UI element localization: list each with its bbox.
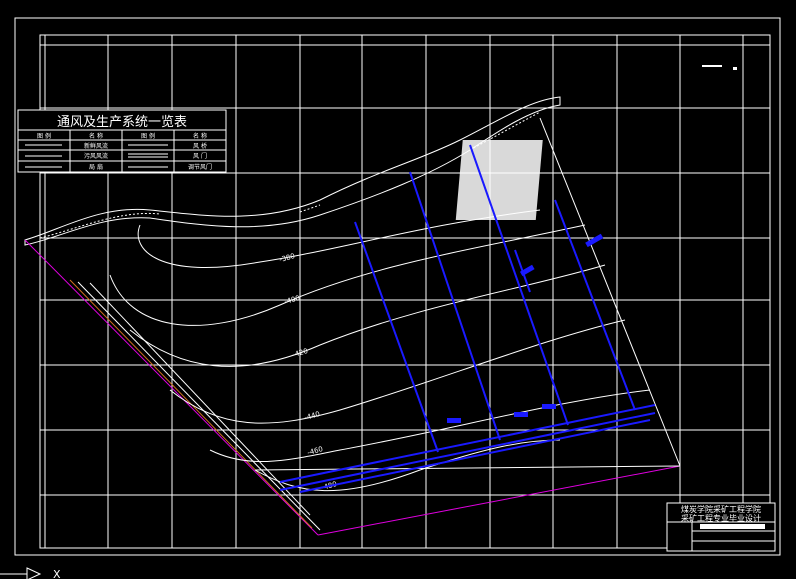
ucs-axis-icon: X	[0, 567, 61, 579]
legend-header: 名 称	[193, 132, 207, 140]
legend-header: 名 称	[89, 132, 103, 140]
goaf-area-hatch	[455, 140, 543, 220]
legend-item: 污风风流	[84, 152, 108, 160]
legend-item: 新鲜风流	[84, 142, 108, 150]
legend-title: 通风及生产系统一览表	[57, 114, 187, 130]
title-block-line1: 煤炭学院采矿工程学院	[681, 504, 761, 514]
legend-item: 局 扇	[89, 163, 103, 171]
title-block: 煤炭学院采矿工程学院 采矿工程专业毕业设计	[666, 502, 776, 552]
contour-label: -440	[303, 410, 320, 422]
legend-header: 图 例	[141, 132, 155, 140]
outer-border	[14, 17, 781, 556]
legend-header: 图 例	[37, 132, 51, 140]
legend-table: 通风及生产系统一览表 图 例 名 称 图 例 名 称 新鲜风流 风 桥 污风风流…	[17, 109, 227, 173]
title-block-line2: 采矿工程专业毕业设计	[681, 513, 761, 523]
roadway-equipment-symbols	[447, 233, 604, 423]
axis-x-label: X	[53, 568, 61, 579]
cad-drawing-canvas[interactable]: -380-400-420-440-460-480 通风及生产系统一览表 图 例 …	[0, 0, 796, 579]
legend-item: 风 桥	[193, 142, 207, 150]
legend-item: 风 门	[193, 152, 207, 160]
contour-label: -400	[283, 294, 300, 306]
contour-label: -380	[278, 252, 295, 264]
legend-item: 调节风门	[188, 163, 212, 171]
contour-lines	[109, 209, 651, 492]
mine-boundary	[24, 117, 681, 536]
